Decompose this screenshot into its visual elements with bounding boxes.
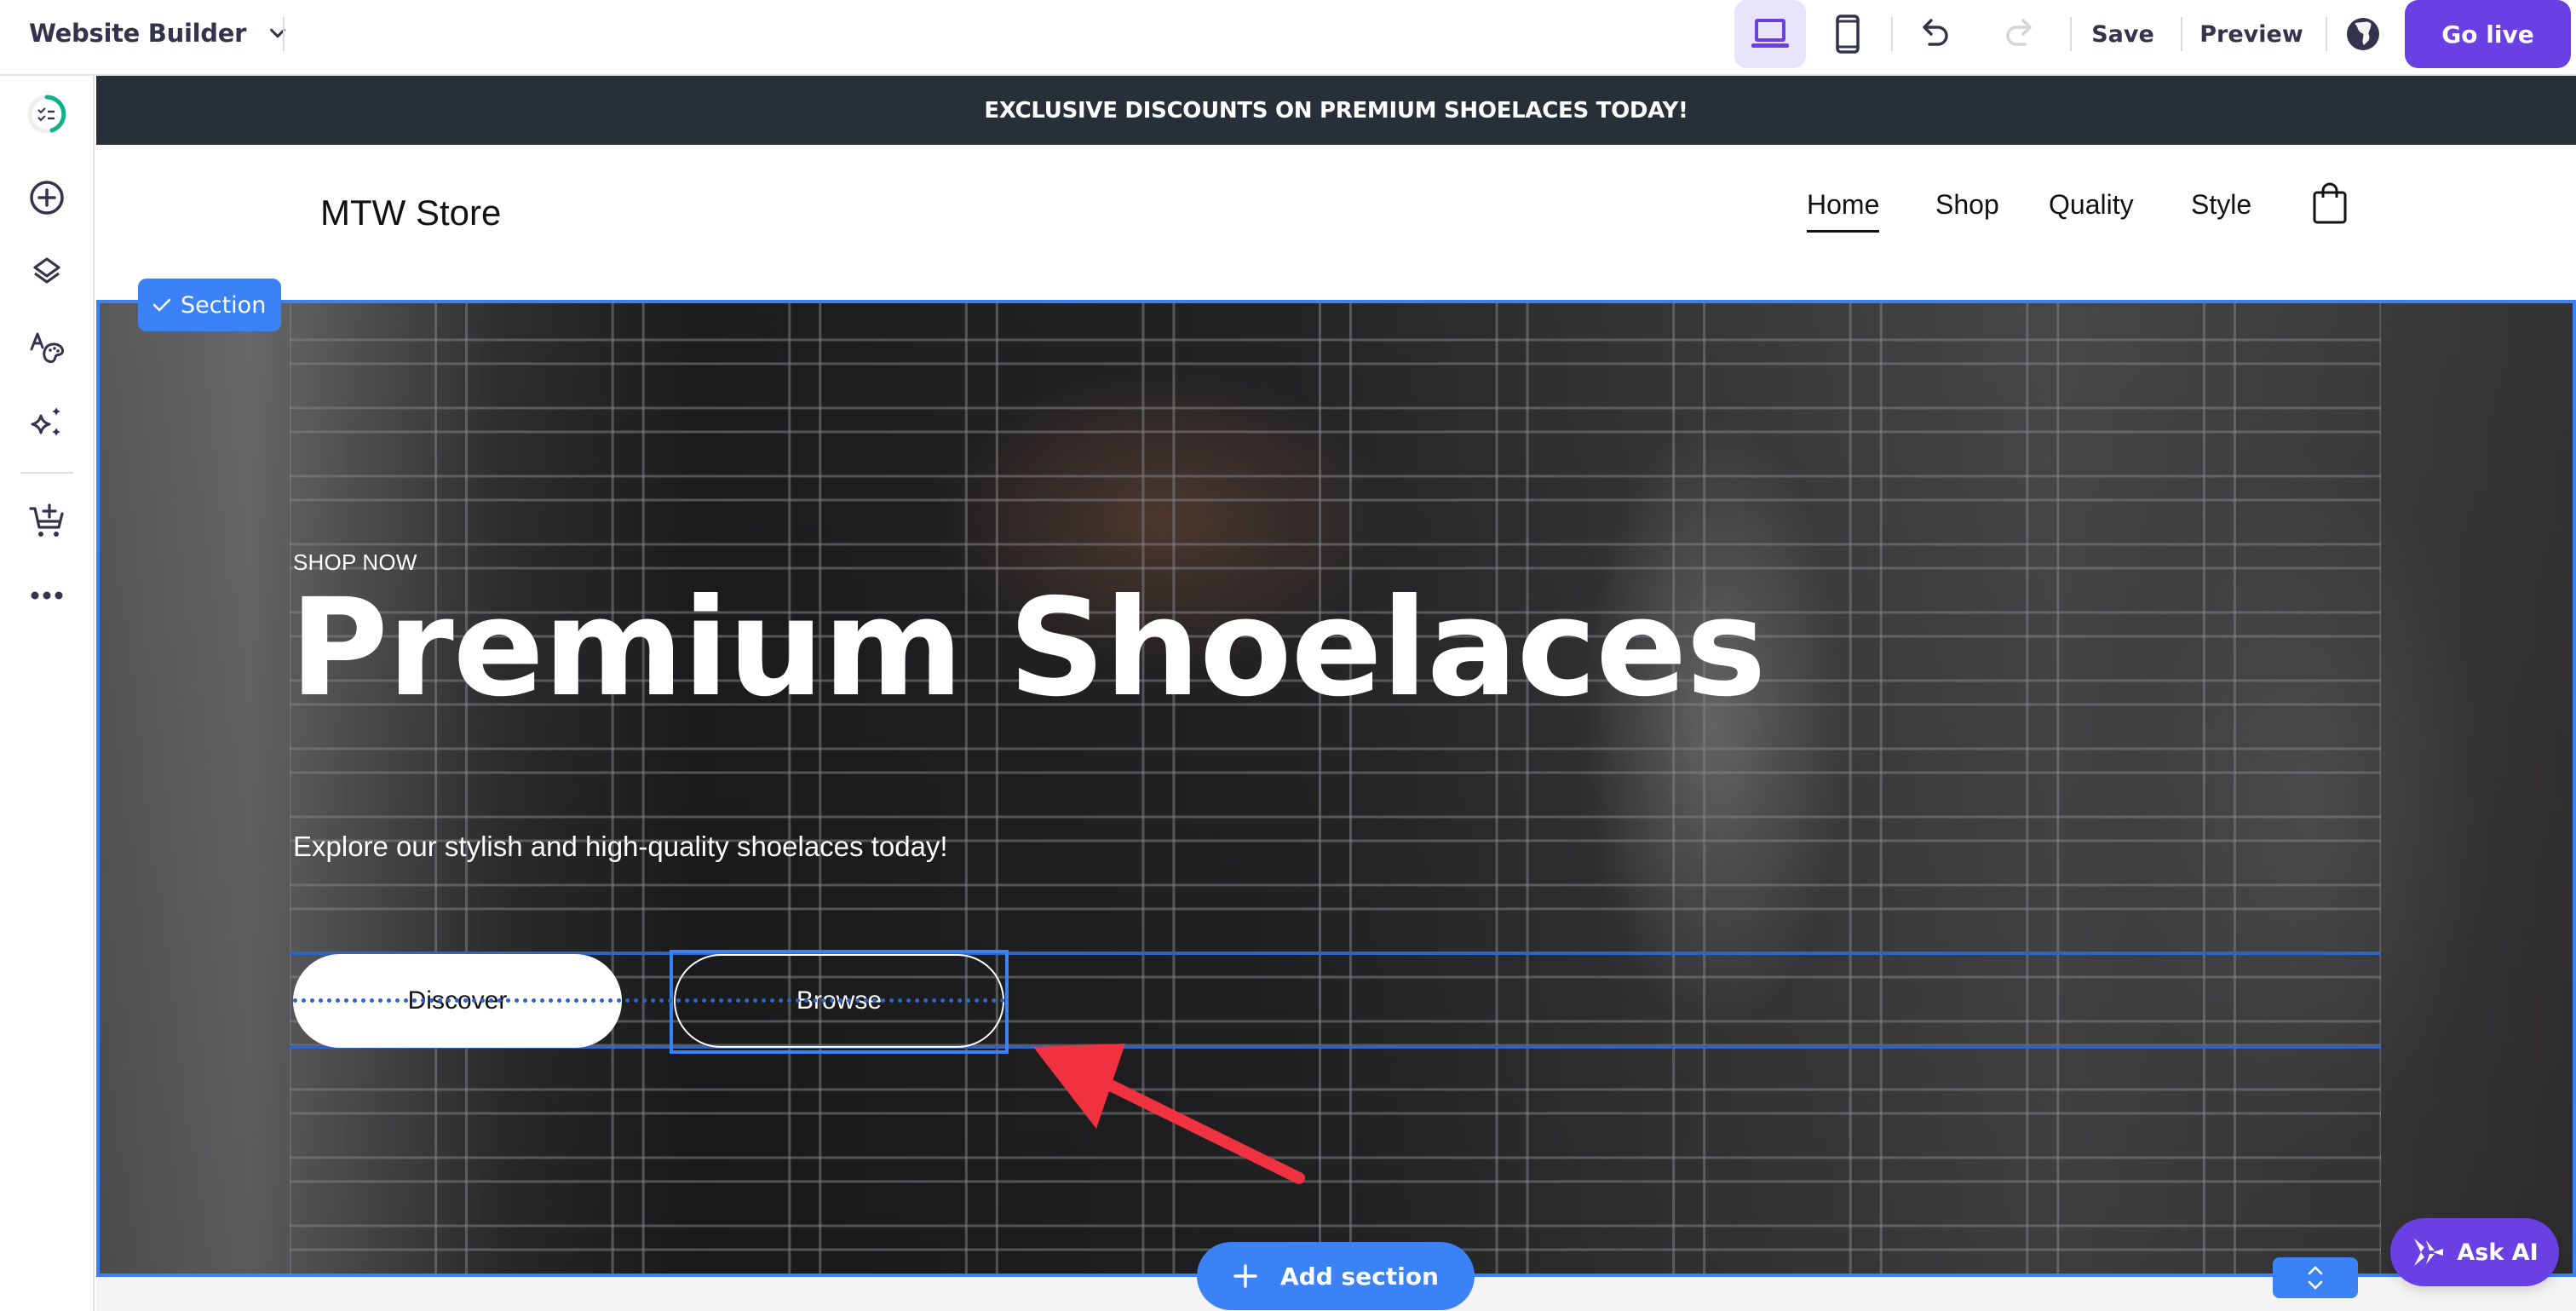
grid-column: [1879, 300, 2029, 1277]
undo-button[interactable]: [1901, 0, 1969, 68]
preview-button[interactable]: Preview: [2189, 0, 2314, 68]
save-button[interactable]: Save: [2079, 0, 2167, 68]
store-logo[interactable]: MTW Store: [320, 193, 501, 233]
grid-column: [1349, 300, 1498, 1277]
sparkles-icon: [31, 407, 60, 436]
divider: [2326, 17, 2327, 51]
hero-title[interactable]: Premium Shoelaces: [290, 570, 1766, 727]
shopping-bag-icon[interactable]: [2311, 181, 2349, 225]
alignment-guide: [293, 998, 1005, 1003]
layers-icon: [33, 257, 60, 284]
grid-column: [641, 300, 791, 1277]
domain-settings-button[interactable]: [2334, 0, 2392, 68]
plus-circle-icon: [30, 181, 64, 215]
nav-link-shop[interactable]: Shop: [1935, 189, 1999, 221]
desktop-icon: [1751, 19, 1789, 48]
add-section-label: Add section: [1280, 1262, 1439, 1291]
more-horizontal-icon: [31, 591, 63, 600]
app-switcher[interactable]: Website Builder: [29, 0, 287, 66]
section-tag-label: Section: [181, 291, 267, 319]
sidebar-item-store[interactable]: [22, 496, 72, 545]
grid-column: [819, 300, 968, 1277]
redo-icon: [2006, 19, 2032, 46]
grid-column: [1703, 300, 1852, 1277]
nav-link-style[interactable]: Style: [2191, 189, 2251, 221]
grid-column: [290, 300, 438, 1277]
go-live-button[interactable]: Go live: [2405, 0, 2571, 68]
reorder-section-button[interactable]: [2273, 1257, 2358, 1298]
text-palette-icon: [30, 332, 64, 364]
sidebar-item-add[interactable]: [22, 173, 72, 222]
mobile-view-button[interactable]: [1814, 0, 1881, 68]
editor-canvas: EXCLUSIVE DISCOUNTS ON PREMIUM SHOELACES…: [96, 76, 2576, 1311]
checklist-progress-icon: [27, 95, 66, 134]
nav-link-home[interactable]: Home: [1807, 189, 1880, 233]
ask-ai-button[interactable]: Ask AI: [2390, 1218, 2559, 1286]
plus-icon: [1233, 1264, 1257, 1288]
section-selection-tag[interactable]: Section: [138, 279, 282, 331]
site-header[interactable]: MTW Store Home Shop Quality Style: [96, 145, 2576, 300]
sidebar-item-ai[interactable]: [22, 398, 72, 447]
sidebar-item-more[interactable]: [22, 571, 72, 620]
sidebar-divider: [20, 472, 73, 474]
ask-ai-label: Ask AI: [2457, 1239, 2539, 1266]
editor-toolbar: Website Builder Save Preview Go live: [0, 0, 2576, 76]
promo-text: EXCLUSIVE DISCOUNTS ON PREMIUM SHOELACES…: [984, 97, 1688, 124]
divider: [2181, 17, 2182, 51]
cart-add-icon: [29, 503, 64, 537]
editor-sidebar: [0, 76, 95, 1311]
button-row-guide-top: [290, 952, 2381, 955]
sidebar-item-theme[interactable]: [22, 323, 72, 372]
chevron-up-down-icon: [2308, 1266, 2323, 1290]
app-title: Website Builder: [29, 19, 247, 48]
globe-icon: [2347, 18, 2379, 50]
annotation-arrow-icon: [1033, 1044, 1305, 1184]
divider: [283, 17, 285, 51]
grid-column: [2056, 300, 2205, 1277]
layout-grid-overlay: [290, 300, 2381, 1277]
nav-link-quality[interactable]: Quality: [2049, 189, 2134, 221]
check-icon: [152, 298, 171, 312]
button-row-guide-bottom: [290, 1045, 2381, 1049]
hero-subtitle[interactable]: Explore our stylish and high-quality sho…: [293, 824, 975, 870]
grid-column: [1526, 300, 1676, 1277]
desktop-view-button[interactable]: [1734, 0, 1806, 68]
undo-icon: [1923, 19, 1948, 46]
promo-banner[interactable]: EXCLUSIVE DISCOUNTS ON PREMIUM SHOELACES…: [96, 76, 2576, 145]
sidebar-item-checklist[interactable]: [22, 89, 72, 139]
grid-column: [2233, 300, 2381, 1277]
redo-button[interactable]: [1985, 0, 2053, 68]
divider: [2070, 17, 2072, 51]
hero-section[interactable]: [96, 300, 2576, 1277]
add-section-button[interactable]: Add section: [1197, 1242, 1475, 1310]
sidebar-item-layers[interactable]: [22, 248, 72, 297]
mobile-icon: [1836, 14, 1860, 54]
ai-logo-icon: [2414, 1239, 2444, 1266]
divider: [1891, 17, 1893, 51]
grid-column: [465, 300, 614, 1277]
